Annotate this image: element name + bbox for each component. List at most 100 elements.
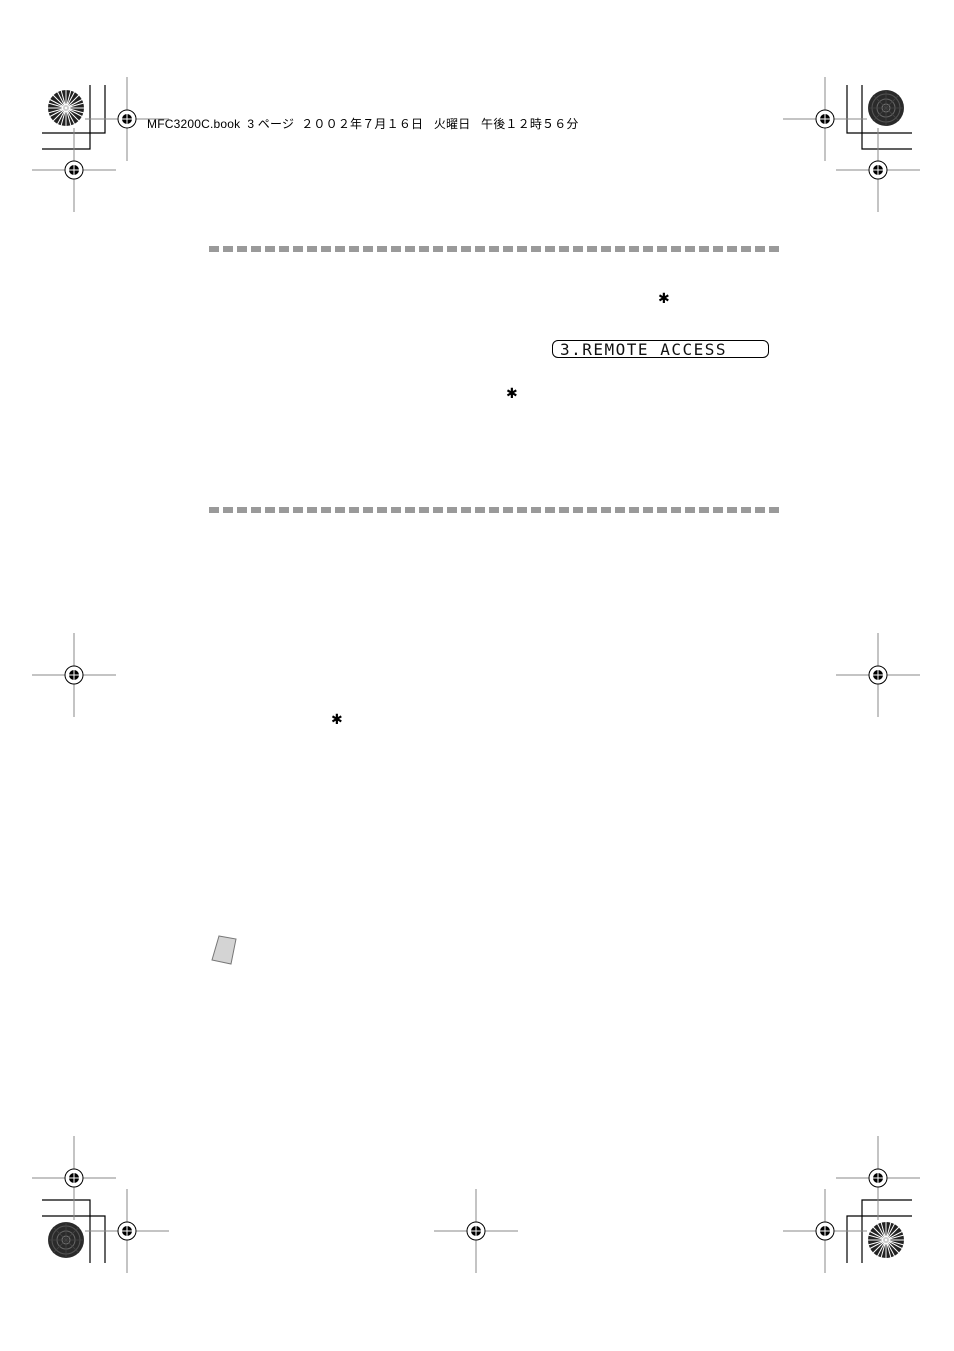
rule-segment bbox=[461, 507, 471, 513]
rule-segment bbox=[587, 507, 597, 513]
rule-segment bbox=[727, 246, 737, 252]
rule-segment bbox=[769, 507, 779, 513]
rule-segment bbox=[699, 246, 709, 252]
star-key-symbol: ✱ bbox=[658, 291, 670, 307]
rule-segment bbox=[573, 507, 583, 513]
rule-segment bbox=[559, 507, 569, 513]
crosshair-registration-icon bbox=[836, 633, 920, 717]
section-divider-middle bbox=[209, 507, 779, 513]
note-icon bbox=[211, 935, 237, 965]
rule-segment bbox=[307, 246, 317, 252]
rule-segment bbox=[657, 507, 667, 513]
rule-segment bbox=[615, 246, 625, 252]
rule-segment bbox=[237, 246, 247, 252]
rule-segment bbox=[251, 246, 261, 252]
rule-segment bbox=[391, 507, 401, 513]
rule-segment bbox=[209, 507, 219, 513]
rule-segment bbox=[769, 246, 779, 252]
rule-segment bbox=[615, 507, 625, 513]
rule-segment bbox=[489, 507, 499, 513]
section-divider-top bbox=[209, 246, 779, 252]
rule-segment bbox=[531, 246, 541, 252]
rule-segment bbox=[433, 246, 443, 252]
rule-segment bbox=[251, 507, 261, 513]
rule-segment bbox=[335, 507, 345, 513]
rule-segment bbox=[279, 246, 289, 252]
rule-segment bbox=[559, 246, 569, 252]
rule-segment bbox=[447, 507, 457, 513]
crosshair-registration-icon bbox=[434, 1189, 518, 1273]
rule-segment bbox=[349, 246, 359, 252]
print-marks bbox=[42, 85, 912, 1263]
rule-segment bbox=[335, 246, 345, 252]
star-key-symbol: ✱ bbox=[331, 712, 343, 728]
rule-segment bbox=[671, 507, 681, 513]
rule-segment bbox=[741, 246, 751, 252]
rule-segment bbox=[363, 246, 373, 252]
rule-segment bbox=[643, 507, 653, 513]
rule-segment bbox=[741, 507, 751, 513]
color-wheel-icon bbox=[48, 1222, 84, 1258]
rule-segment bbox=[447, 246, 457, 252]
rule-segment bbox=[517, 507, 527, 513]
rule-segment bbox=[237, 507, 247, 513]
rule-segment bbox=[643, 246, 653, 252]
rule-segment bbox=[377, 246, 387, 252]
rule-segment bbox=[405, 246, 415, 252]
rule-segment bbox=[475, 246, 485, 252]
rule-segment bbox=[489, 246, 499, 252]
rule-segment bbox=[433, 507, 443, 513]
rule-segment bbox=[755, 507, 765, 513]
rule-segment bbox=[293, 507, 303, 513]
rule-segment bbox=[419, 507, 429, 513]
rule-segment bbox=[349, 507, 359, 513]
rule-segment bbox=[377, 507, 387, 513]
rule-segment bbox=[629, 246, 639, 252]
rule-segment bbox=[293, 246, 303, 252]
crosshair-registration-icon bbox=[783, 1189, 867, 1273]
crosshair-registration-icon bbox=[32, 633, 116, 717]
rule-segment bbox=[503, 246, 513, 252]
rule-segment bbox=[573, 246, 583, 252]
rule-segment bbox=[671, 246, 681, 252]
crosshair-registration-icon bbox=[32, 128, 116, 212]
rule-segment bbox=[545, 507, 555, 513]
rule-segment bbox=[755, 246, 765, 252]
rule-segment bbox=[223, 246, 233, 252]
star-key-symbol: ✱ bbox=[506, 386, 518, 402]
rule-segment bbox=[699, 507, 709, 513]
rule-segment bbox=[363, 507, 373, 513]
rule-segment bbox=[265, 246, 275, 252]
crosshair-registration-icon bbox=[836, 128, 920, 212]
rule-segment bbox=[713, 246, 723, 252]
rule-segment bbox=[461, 246, 471, 252]
rule-segment bbox=[307, 507, 317, 513]
rule-segment bbox=[685, 246, 695, 252]
book-header: MFC3200C.book 3 ページ ２００２年７月１６日 火曜日 午後１２時… bbox=[147, 117, 579, 131]
color-wheel-icon bbox=[867, 1221, 905, 1259]
rule-segment bbox=[587, 246, 597, 252]
rule-segment bbox=[517, 246, 527, 252]
rule-segment bbox=[279, 507, 289, 513]
rule-segment bbox=[475, 507, 485, 513]
rule-segment bbox=[727, 507, 737, 513]
color-wheel-icon bbox=[868, 90, 904, 126]
lcd-display: 3.REMOTE ACCESS bbox=[552, 340, 769, 359]
rule-segment bbox=[601, 246, 611, 252]
rule-segment bbox=[209, 246, 219, 252]
rule-segment bbox=[321, 507, 331, 513]
rule-segment bbox=[405, 507, 415, 513]
rule-segment bbox=[503, 507, 513, 513]
rule-segment bbox=[657, 246, 667, 252]
rule-segment bbox=[629, 507, 639, 513]
rule-segment bbox=[713, 507, 723, 513]
rule-segment bbox=[419, 246, 429, 252]
rule-segment bbox=[545, 246, 555, 252]
crosshair-registration-icon bbox=[85, 1189, 169, 1273]
rule-segment bbox=[223, 507, 233, 513]
color-wheel-icon bbox=[47, 89, 85, 127]
rule-segment bbox=[685, 507, 695, 513]
rule-segment bbox=[265, 507, 275, 513]
rule-segment bbox=[391, 246, 401, 252]
rule-segment bbox=[321, 246, 331, 252]
